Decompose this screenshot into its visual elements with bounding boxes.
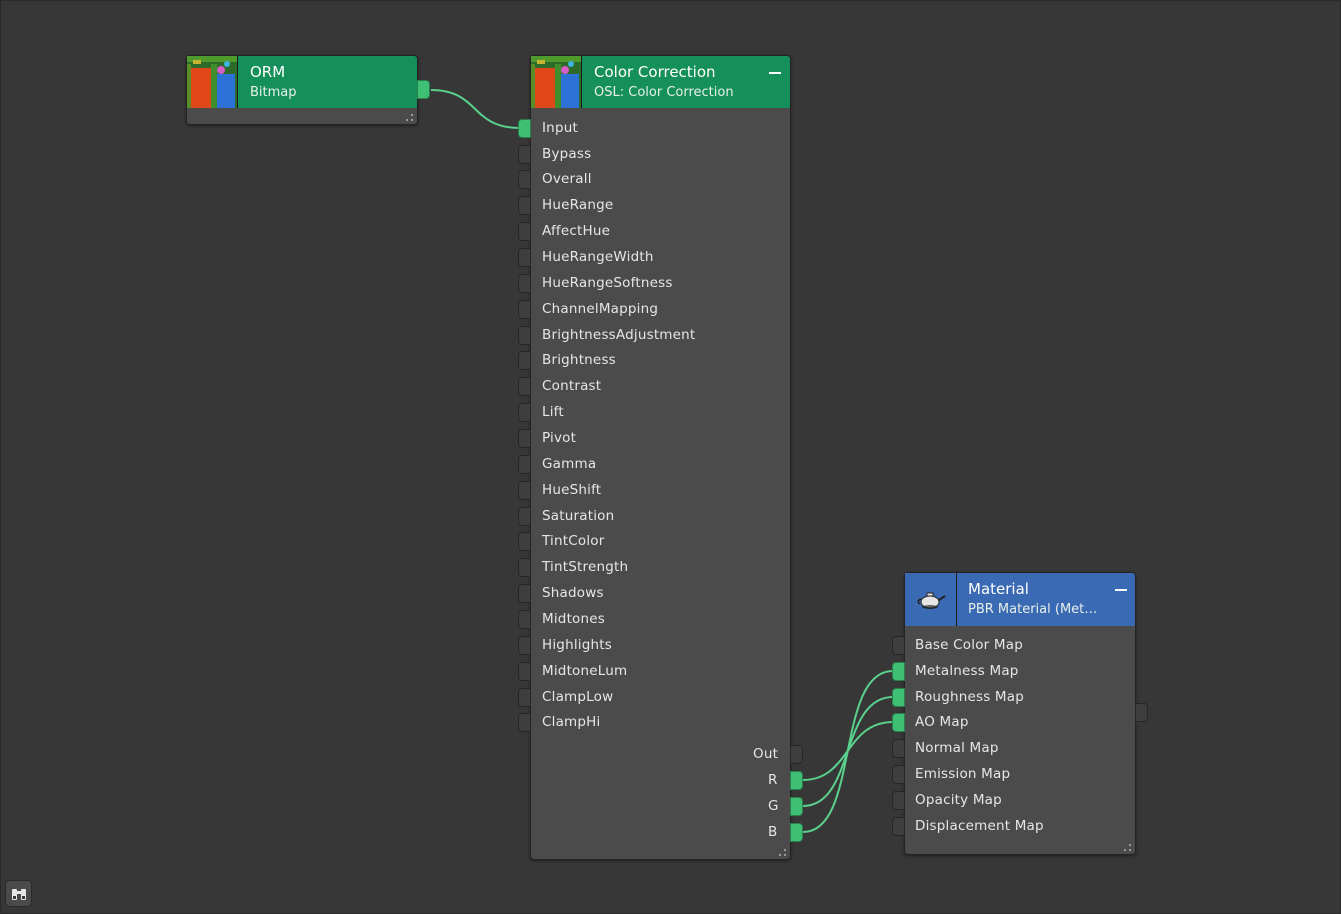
- minimize-button[interactable]: [1115, 589, 1127, 591]
- input-socket-pivot[interactable]: [518, 429, 531, 448]
- find-button[interactable]: [5, 880, 32, 907]
- input-socket-lift[interactable]: [518, 403, 531, 422]
- node-title: Material: [968, 580, 1029, 598]
- resize-grip-icon[interactable]: [406, 114, 413, 121]
- node-subtitle: Bitmap: [250, 85, 297, 100]
- port-label-base-color-map: Base Color Map: [915, 637, 1023, 653]
- port-label-midtones: Midtones: [542, 611, 606, 627]
- output-socket-r[interactable]: [790, 771, 803, 790]
- output-socket-g[interactable]: [790, 797, 803, 816]
- port-label-displacement-map: Displacement Map: [915, 818, 1044, 834]
- port-label-ao-map: AO Map: [915, 714, 969, 730]
- output-socket-out[interactable]: [790, 745, 803, 764]
- input-socket-bypass[interactable]: [518, 145, 531, 164]
- node-title: Color Correction: [594, 63, 716, 81]
- port-label-gamma: Gamma: [542, 456, 597, 472]
- input-socket-tintstrength[interactable]: [518, 558, 531, 577]
- port-label-tintstrength: TintStrength: [542, 559, 629, 575]
- input-socket-affecthue[interactable]: [518, 222, 531, 241]
- port-label-brightnessadjustment: BrightnessAdjustment: [542, 327, 696, 343]
- port-label-overall: Overall: [542, 171, 592, 187]
- input-socket-opacity-map[interactable]: [892, 791, 905, 810]
- input-socket-midtones[interactable]: [518, 610, 531, 629]
- input-socket-huerangesoftness[interactable]: [518, 274, 531, 293]
- input-socket-shadows[interactable]: [518, 584, 531, 603]
- input-socket-input[interactable]: [518, 119, 531, 138]
- node-title: ORM: [250, 63, 286, 81]
- input-socket-emission-map[interactable]: [892, 765, 905, 784]
- port-label-clamplow: ClampLow: [542, 689, 614, 705]
- orm-node-header[interactable]: ORM Bitmap: [187, 56, 417, 108]
- input-socket-huerange[interactable]: [518, 196, 531, 215]
- input-socket-overall[interactable]: [518, 170, 531, 189]
- port-label-huerangesoftness: HueRangeSoftness: [542, 275, 673, 291]
- input-socket-clamphi[interactable]: [518, 713, 531, 732]
- port-label-r: R: [768, 772, 778, 788]
- binoculars-icon: [12, 889, 26, 900]
- material-node-header[interactable]: Material PBR Material (Met…: [905, 573, 1135, 626]
- input-socket-contrast[interactable]: [518, 377, 531, 396]
- node-subtitle: PBR Material (Met…: [968, 602, 1098, 617]
- port-label-bypass: Bypass: [542, 146, 592, 162]
- input-socket-base-color-map[interactable]: [892, 636, 905, 655]
- input-socket-clamplow[interactable]: [518, 688, 531, 707]
- input-socket-displacement-map[interactable]: [892, 817, 905, 836]
- input-socket-huerangewidth[interactable]: [518, 248, 531, 267]
- node-subtitle: OSL: Color Correction: [594, 85, 734, 100]
- texture-thumbnail-icon: [187, 56, 238, 108]
- port-label-affecthue: AffectHue: [542, 223, 611, 239]
- input-socket-brightnessadjustment[interactable]: [518, 326, 531, 345]
- input-socket-metalness-map[interactable]: [892, 662, 905, 681]
- input-socket-tintcolor[interactable]: [518, 532, 531, 551]
- port-label-hueshift: HueShift: [542, 482, 602, 498]
- input-socket-gamma[interactable]: [518, 455, 531, 474]
- input-socket-normal-map[interactable]: [892, 739, 905, 758]
- port-label-lift: Lift: [542, 404, 564, 420]
- port-label-roughness-map: Roughness Map: [915, 689, 1025, 705]
- input-socket-brightness[interactable]: [518, 351, 531, 370]
- port-label-highlights: Highlights: [542, 637, 612, 653]
- input-socket-channelmapping[interactable]: [518, 300, 531, 319]
- port-label-normal-map: Normal Map: [915, 740, 999, 756]
- color-correction-node-header[interactable]: Color Correction OSL: Color Correction: [531, 56, 790, 108]
- port-label-metalness-map: Metalness Map: [915, 663, 1019, 679]
- port-label-g: G: [768, 798, 779, 814]
- resize-grip-icon[interactable]: [779, 849, 786, 856]
- port-label-emission-map: Emission Map: [915, 766, 1011, 782]
- port-label-out: Out: [753, 746, 779, 762]
- orm-output-socket[interactable]: [417, 80, 430, 99]
- orm-node[interactable]: ORM Bitmap: [186, 55, 418, 125]
- port-label-input: Input: [542, 120, 578, 136]
- teapot-icon: [905, 573, 957, 626]
- port-label-opacity-map: Opacity Map: [915, 792, 1002, 808]
- resize-grip-icon[interactable]: [1124, 844, 1131, 851]
- port-label-pivot: Pivot: [542, 430, 577, 446]
- port-label-clamphi: ClampHi: [542, 714, 601, 730]
- port-label-brightness: Brightness: [542, 352, 616, 368]
- port-label-shadows: Shadows: [542, 585, 604, 601]
- input-socket-midtonelum[interactable]: [518, 662, 531, 681]
- port-label-tintcolor: TintColor: [542, 533, 605, 549]
- port-label-channelmapping: ChannelMapping: [542, 301, 659, 317]
- port-label-contrast: Contrast: [542, 378, 602, 394]
- input-socket-ao-map[interactable]: [892, 713, 905, 732]
- input-socket-saturation[interactable]: [518, 507, 531, 526]
- port-label-saturation: Saturation: [542, 508, 615, 524]
- input-socket-hueshift[interactable]: [518, 481, 531, 500]
- minimize-button[interactable]: [769, 72, 781, 74]
- port-label-midtonelum: MidtoneLum: [542, 663, 628, 679]
- material-output-socket[interactable]: [1135, 703, 1148, 722]
- input-socket-roughness-map[interactable]: [892, 688, 905, 707]
- texture-thumbnail-icon: [531, 56, 582, 108]
- input-socket-highlights[interactable]: [518, 636, 531, 655]
- port-label-huerangewidth: HueRangeWidth: [542, 249, 654, 265]
- output-socket-b[interactable]: [790, 823, 803, 842]
- port-label-huerange: HueRange: [542, 197, 614, 213]
- port-label-b: B: [768, 824, 778, 840]
